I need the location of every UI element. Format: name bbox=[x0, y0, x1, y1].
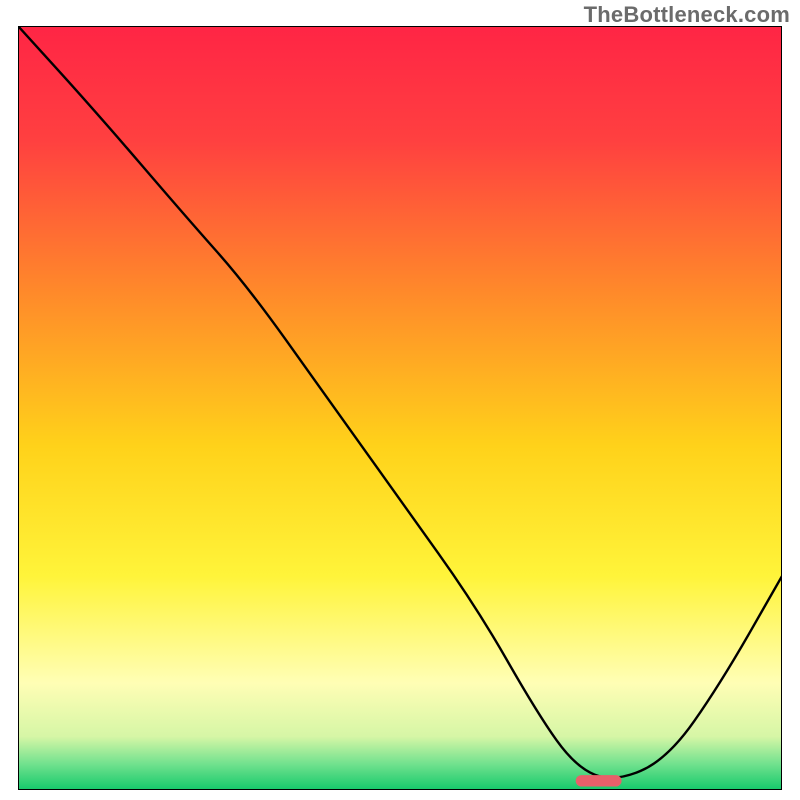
plot-background bbox=[18, 26, 782, 790]
watermark-label: TheBottleneck.com bbox=[584, 2, 790, 28]
bottleneck-chart bbox=[18, 26, 782, 790]
optimal-marker bbox=[576, 775, 622, 786]
chart-container: TheBottleneck.com bbox=[0, 0, 800, 800]
